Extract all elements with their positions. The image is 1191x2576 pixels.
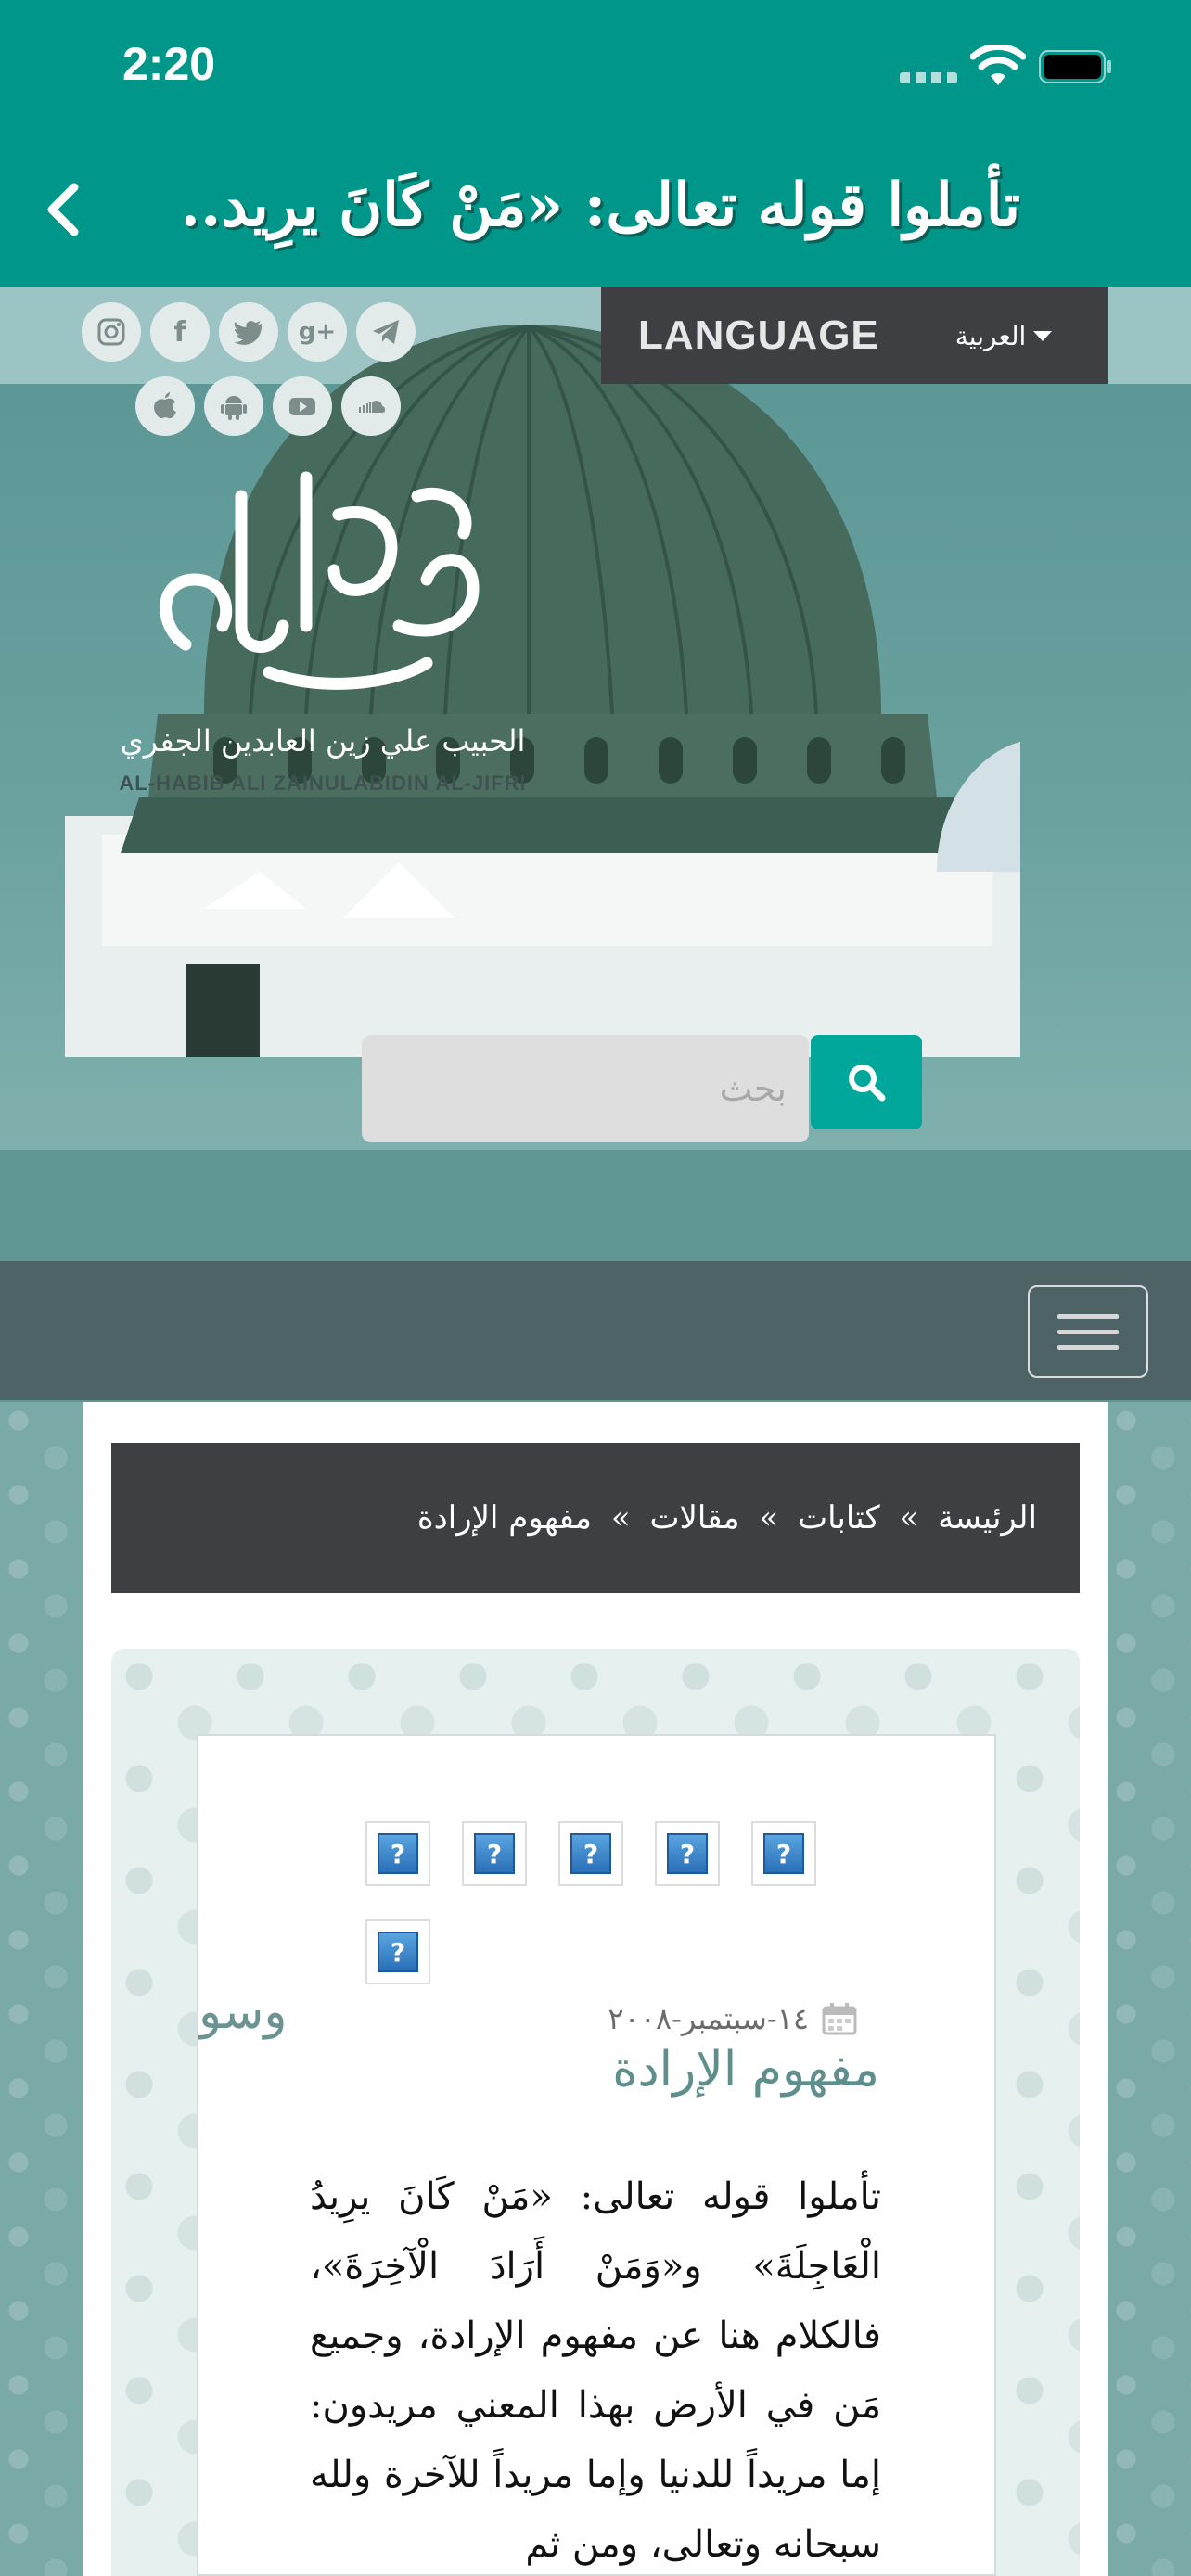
caret-down-icon [1033,330,1053,341]
google-plus-glyph: g+ [298,318,337,346]
broken-image-icon: ? [763,1833,804,1874]
android-icon[interactable] [204,376,263,436]
telegram-icon[interactable] [356,302,416,362]
breadcrumb: الرئيسة » كتابات » مقالات » مفهوم الإراد… [111,1443,1080,1593]
broken-image-icon: ? [378,1833,418,1874]
logo-arabic-name: الحبيب علي زين العابدين الجفري [120,723,526,759]
youtube-icon[interactable] [273,376,332,436]
instagram-icon[interactable] [82,302,141,362]
language-bar: LANGUAGE العربية [601,287,1108,384]
share-button[interactable]: ? [751,1821,816,1886]
broken-image-icon: ? [378,1932,418,1972]
battery-icon [1039,50,1111,83]
article-card: ? ? ? ? ? ? ١٤-سبتمبر-٢٠٠٨ وسو مفهوم الإ… [197,1734,996,2576]
menu-toggle-button[interactable] [1028,1285,1148,1378]
language-dropdown[interactable]: العربية [955,321,1053,351]
facebook-glyph: f [173,315,186,349]
hero-banner: f g+ LANGUAGE العربية الحبيب علي زين الع… [0,287,1191,1150]
breadcrumb-separator: » [610,1499,631,1537]
header-spacer [0,1150,1191,1261]
status-time: 2:20 [122,38,216,90]
language-label: LANGUAGE [638,312,879,358]
google-plus-icon[interactable]: g+ [288,302,347,362]
broken-image-icon: ? [570,1833,611,1874]
twitter-icon[interactable] [219,302,278,362]
share-button[interactable]: ? [365,1821,430,1886]
breadcrumb-current: مفهوم الإرادة [416,1499,593,1537]
article-date-text: ١٤-سبتمبر-٢٠٠٨ [608,2001,809,2036]
logo-english-name: AL-HABIB ALI ZAINULABIDIN AL-JIFRI [119,772,527,795]
hamburger-line [1057,1313,1119,1319]
status-bar: 2:20 [0,0,1191,130]
share-button[interactable]: ? [365,1919,430,1984]
hamburger-line [1057,1329,1119,1334]
wifi-icon [970,45,1026,85]
breadcrumb-separator: » [899,1499,919,1537]
cellular-signal-icon [900,72,957,83]
nav-bar [0,1261,1191,1400]
right-pattern-border [1108,1402,1191,2576]
social-icons-row-1: f g+ [82,302,416,362]
page-title: تأملوا قوله تعالى: «مَنْ كَانَ يرِيد... [186,171,1020,240]
search-button[interactable] [811,1035,922,1129]
share-buttons: ? ? ? ? ? ? [365,1821,848,1984]
breadcrumb-home[interactable]: الرئيسة [938,1499,1037,1537]
facebook-icon[interactable]: f [150,302,210,362]
language-selected: العربية [954,320,1027,351]
calligraphy-logo [160,471,480,690]
share-button[interactable]: ? [462,1821,527,1886]
apple-icon[interactable] [135,376,195,436]
search-icon [849,1065,886,1102]
breadcrumb-separator: » [759,1499,779,1537]
hamburger-line [1057,1345,1119,1350]
broken-image-icon: ? [474,1833,515,1874]
left-pattern-border [0,1402,83,2576]
article-date: ١٤-سبتمبر-٢٠٠٨ [467,2001,857,2036]
soundcloud-icon[interactable] [341,376,401,436]
breadcrumb-articles[interactable]: مقالات [649,1499,739,1537]
share-button[interactable]: ? [655,1821,720,1886]
clipped-text: وسو [198,1984,288,2040]
calendar-icon [822,2003,857,2035]
broken-image-icon: ? [667,1833,708,1874]
share-button[interactable]: ? [558,1821,623,1886]
breadcrumb-writings[interactable]: كتابات [798,1499,880,1537]
back-chevron-icon[interactable] [33,167,93,250]
search-input[interactable]: بحث [362,1035,809,1142]
article-title: مفهوم الإرادة [612,2042,879,2098]
article-body: تأملوا قوله تعالى: «مَنْ كَانَ يرِيدُ ال… [310,2175,881,2566]
social-icons-row-2 [135,376,401,436]
